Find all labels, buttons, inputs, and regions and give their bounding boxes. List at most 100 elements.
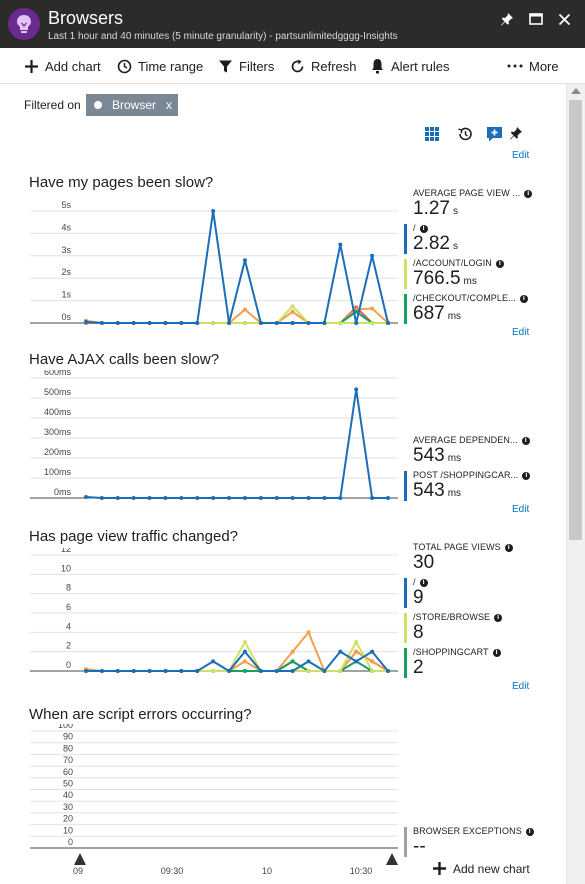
time-range-label: Time range bbox=[138, 58, 204, 74]
data-point bbox=[163, 321, 168, 325]
edit-link-chart-3[interactable]: Edit bbox=[512, 681, 529, 692]
data-point bbox=[338, 669, 343, 673]
metric-value-text: 30 bbox=[413, 552, 435, 573]
chart-page-load-time[interactable]: 5s 4s 3s 2s 1s 0s bbox=[30, 198, 400, 328]
data-point bbox=[131, 496, 136, 500]
metric-value-text: 8 bbox=[413, 622, 424, 643]
metric-value-text: 2.82 bbox=[413, 233, 450, 254]
y-tick-label: 0ms bbox=[54, 487, 72, 497]
y-tick-label: 12 bbox=[61, 548, 71, 554]
series-color-bar bbox=[404, 471, 407, 501]
add-comment-icon[interactable] bbox=[486, 126, 502, 142]
data-point bbox=[370, 496, 375, 500]
vertical-scrollbar[interactable] bbox=[566, 84, 585, 884]
refresh-button[interactable]: Refresh bbox=[290, 57, 357, 75]
info-icon[interactable]: i bbox=[519, 295, 528, 303]
data-point bbox=[370, 321, 375, 325]
data-point bbox=[84, 669, 88, 673]
data-point bbox=[147, 496, 152, 500]
metric-label-text: /SHOPPINGCART bbox=[413, 647, 489, 657]
more-button[interactable]: More bbox=[507, 57, 559, 75]
data-point bbox=[211, 496, 216, 500]
y-tick-label: 2 bbox=[66, 641, 71, 651]
add-new-chart-button[interactable]: Add new chart bbox=[432, 861, 530, 876]
pin-tile-icon[interactable] bbox=[509, 126, 525, 142]
add-chart-button[interactable]: Add chart bbox=[24, 57, 101, 75]
chart-ajax-duration[interactable]: 600ms 500ms 400ms 300ms 200ms 100ms 0ms bbox=[30, 370, 400, 505]
x-tick-label: 09:30 bbox=[161, 866, 184, 876]
metric-label-text: BROWSER EXCEPTIONS bbox=[413, 826, 522, 836]
close-icon[interactable] bbox=[555, 10, 573, 28]
data-point bbox=[338, 496, 343, 500]
data-point bbox=[227, 669, 232, 673]
info-icon[interactable]: i bbox=[419, 225, 428, 233]
y-tick-label: 4s bbox=[61, 222, 71, 232]
metric-label-text: AVERAGE DEPENDEN... bbox=[413, 435, 518, 445]
y-tick-label: 3s bbox=[61, 245, 71, 255]
info-icon[interactable]: i bbox=[525, 828, 534, 836]
filter-chip-browser[interactable]: Browser x bbox=[86, 94, 178, 116]
y-tick-label: 10 bbox=[63, 825, 73, 835]
info-icon[interactable]: i bbox=[495, 260, 504, 268]
y-tick-label: 0 bbox=[68, 837, 73, 847]
chart-browser-exceptions[interactable]: 100908070605040302010009 09:30 10 10:30 bbox=[30, 724, 405, 880]
data-point bbox=[290, 669, 295, 673]
data-point bbox=[242, 649, 247, 654]
remove-filter-button[interactable]: x bbox=[166, 98, 172, 112]
info-icon[interactable]: i bbox=[494, 614, 503, 622]
y-tick-label: 0s bbox=[61, 312, 71, 322]
more-label: More bbox=[529, 58, 559, 74]
chart-title-script-errors: When are script errors occurring? bbox=[29, 706, 252, 723]
maximize-icon[interactable] bbox=[527, 10, 545, 28]
chart-title-page-view-traffic: Has page view traffic changed? bbox=[29, 528, 239, 545]
bell-icon bbox=[372, 59, 383, 74]
filters-button[interactable]: Filters bbox=[218, 57, 274, 75]
series-color-bar bbox=[404, 613, 407, 643]
metric-value-text: 9 bbox=[413, 587, 424, 608]
pin-icon[interactable] bbox=[498, 10, 516, 28]
range-end-handle[interactable] bbox=[386, 853, 398, 865]
data-point bbox=[354, 659, 359, 664]
history-icon[interactable] bbox=[457, 126, 473, 142]
alert-rules-button[interactable]: Alert rules bbox=[370, 57, 450, 75]
add-chart-label: Add chart bbox=[45, 58, 101, 74]
edit-link-chart-2[interactable]: Edit bbox=[512, 504, 529, 515]
series-color-bar bbox=[404, 578, 407, 608]
data-point bbox=[322, 496, 327, 500]
add-new-chart-label: Add new chart bbox=[453, 861, 530, 876]
data-point bbox=[338, 649, 343, 654]
blade-subtitle: Last 1 hour and 40 minutes (5 minute gra… bbox=[48, 31, 398, 42]
chart-title-page-slow: Have my pages been slow? bbox=[29, 174, 214, 191]
edit-link-chart-1[interactable]: Edit bbox=[512, 327, 529, 338]
info-icon[interactable]: i bbox=[524, 190, 533, 198]
info-icon[interactable]: i bbox=[522, 472, 531, 480]
filters-label: Filters bbox=[239, 58, 275, 74]
data-point bbox=[370, 669, 375, 673]
scrollbar-thumb[interactable] bbox=[569, 100, 582, 540]
data-point bbox=[99, 669, 104, 673]
data-point bbox=[242, 496, 247, 500]
data-point bbox=[386, 669, 390, 673]
metric-label-text: / bbox=[413, 223, 416, 233]
metric-label: BROWSER EXCEPTIONS i bbox=[413, 826, 534, 836]
grid-layout-icon[interactable] bbox=[424, 126, 440, 142]
y-tick-label: 70 bbox=[63, 755, 73, 765]
metric-label: / i bbox=[413, 577, 428, 587]
series-color-bar bbox=[404, 224, 407, 254]
data-point bbox=[227, 496, 232, 500]
data-point bbox=[290, 309, 295, 314]
info-icon[interactable]: i bbox=[492, 649, 501, 657]
info-icon[interactable]: i bbox=[521, 437, 530, 445]
range-start-handle[interactable] bbox=[74, 853, 86, 865]
data-point bbox=[195, 669, 200, 673]
chart-page-views[interactable]: 12 10 8 6 4 2 0 bbox=[30, 548, 400, 681]
edit-link-toolbar[interactable]: Edit bbox=[512, 150, 529, 161]
info-icon[interactable]: i bbox=[504, 544, 513, 552]
info-icon[interactable]: i bbox=[419, 579, 428, 587]
data-point bbox=[115, 669, 120, 673]
metric-label: /ACCOUNT/LOGIN i bbox=[413, 258, 504, 268]
time-range-button[interactable]: Time range bbox=[117, 57, 203, 75]
metric-unit: ms bbox=[463, 276, 477, 287]
scroll-up-arrow-icon[interactable] bbox=[571, 88, 581, 94]
y-tick-label: 50 bbox=[63, 779, 73, 789]
